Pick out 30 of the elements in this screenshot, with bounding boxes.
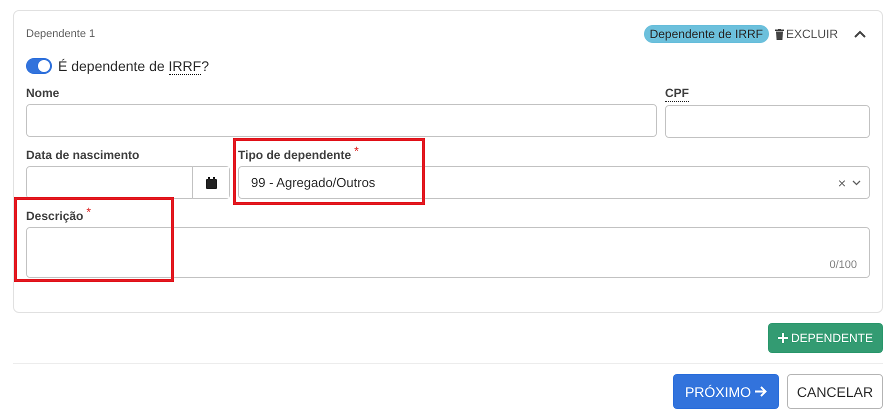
cancel-button[interactable]: CANCELAR — [787, 374, 883, 409]
select-value: 99 - Agregado/Outros — [251, 175, 376, 190]
plus-icon — [778, 333, 788, 343]
card-title: Dependente 1 — [26, 28, 96, 40]
chevron-up-icon[interactable] — [854, 30, 866, 38]
status-badge: Dependente de IRRF — [644, 25, 769, 43]
next-button[interactable]: PRÓXIMO — [673, 374, 779, 409]
field-label: Descrição — [26, 209, 84, 224]
toggle-label: É dependente de IRRF? — [58, 58, 210, 74]
date-field[interactable] — [26, 166, 230, 199]
calendar-button[interactable] — [192, 167, 229, 198]
text-field[interactable] — [26, 104, 657, 137]
required-mark: * — [354, 144, 359, 158]
text-area[interactable]: 0/100 — [26, 227, 870, 278]
field-label: CPF — [665, 86, 689, 102]
clear-button[interactable]: × — [838, 174, 846, 190]
field-label: Nome — [26, 86, 60, 101]
arrow-right-icon — [755, 386, 768, 397]
text-field[interactable] — [665, 105, 870, 138]
character-counter: 0/100 — [829, 259, 857, 271]
required-mark: * — [86, 205, 92, 219]
toggle-switch[interactable] — [26, 58, 52, 74]
calendar-icon — [206, 176, 216, 188]
trash-icon — [774, 28, 784, 40]
delete-button[interactable]: EXCLUIR — [770, 27, 842, 41]
field-label: Data de nascimento — [26, 148, 140, 163]
add-dependent-button[interactable]: DEPENDENTE — [768, 323, 883, 353]
chevron-down-icon — [852, 180, 861, 186]
select-field[interactable]: 99 - Agregado/Outros × — [238, 166, 870, 199]
field-label: Tipo de dependente — [238, 148, 352, 163]
